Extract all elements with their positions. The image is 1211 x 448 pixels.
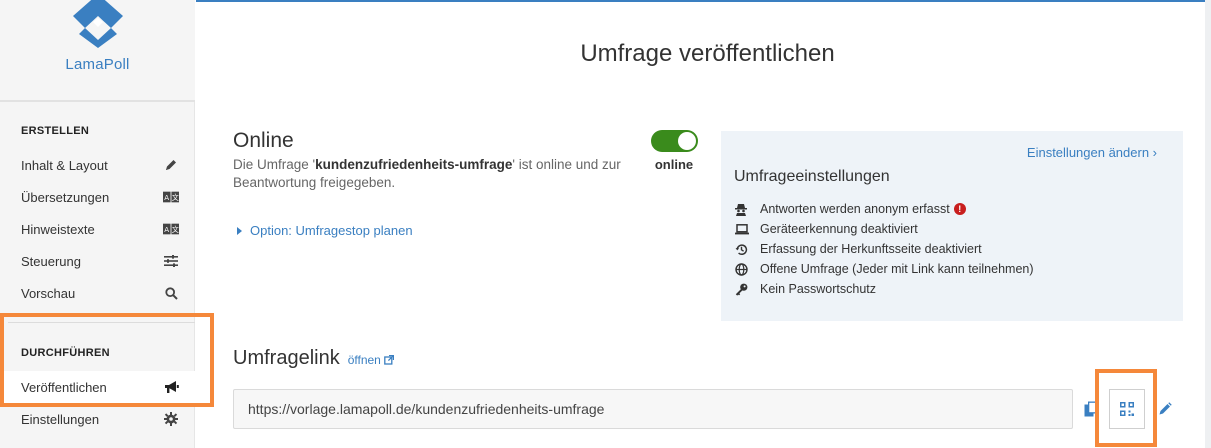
svg-text:文: 文 bbox=[172, 225, 179, 234]
sidebar-item-label: Vorschau bbox=[21, 285, 76, 301]
external-link-icon bbox=[384, 355, 394, 365]
settings-row-password: Kein Passwortschutz bbox=[734, 279, 1034, 299]
sidebar-item-label: Übersetzungen bbox=[21, 189, 110, 205]
survey-link-heading: Umfragelink öffnen bbox=[233, 347, 394, 370]
history-icon bbox=[734, 243, 760, 256]
section-title-durchfuehren: DURCHFÜHREN bbox=[21, 347, 110, 359]
laptop-icon bbox=[734, 223, 760, 235]
survey-name: kundenzufriedenheits-umfrage bbox=[315, 157, 513, 172]
warning-icon[interactable]: ! bbox=[953, 203, 966, 215]
sidebar-separator bbox=[8, 322, 195, 323]
toggle-knob bbox=[678, 132, 696, 150]
open-survey-link[interactable]: öffnen bbox=[348, 353, 394, 367]
settings-panel: Einstellungen ändern › Umfrageeinstellun… bbox=[721, 131, 1183, 321]
change-settings-link[interactable]: Einstellungen ändern › bbox=[1027, 145, 1157, 160]
survey-url-text: https://vorlage.lamapoll.de/kundenzufrie… bbox=[248, 401, 605, 417]
settings-row-label: Geräteerkennung deaktiviert bbox=[760, 222, 918, 236]
anonymous-icon bbox=[734, 203, 760, 216]
online-toggle-label: online bbox=[654, 157, 694, 172]
sidebar-item-hinweistexte[interactable]: Hinweistexte A文 bbox=[0, 213, 195, 245]
sidebar-item-inhalt-layout[interactable]: Inhalt & Layout bbox=[0, 149, 195, 181]
pencil-icon bbox=[1159, 402, 1172, 415]
sidebar-item-label: Steuerung bbox=[21, 253, 81, 269]
settings-title: Umfrageeinstellungen bbox=[734, 168, 890, 185]
option-link-label: Option: Umfragestop planen bbox=[250, 223, 413, 238]
qr-code-icon bbox=[1120, 402, 1134, 416]
translate-icon: A文 bbox=[163, 189, 179, 205]
settings-row-open-survey: Offene Umfrage (Jeder mit Link kann teil… bbox=[734, 259, 1034, 279]
online-description: Die Umfrage 'kundenzufriedenheits-umfrag… bbox=[233, 156, 633, 192]
sidebar-item-label: Inhalt & Layout bbox=[21, 157, 108, 173]
sidebar-item-steuerung[interactable]: Steuerung bbox=[0, 245, 195, 277]
schedule-stop-option-link[interactable]: Option: Umfragestop planen bbox=[237, 223, 413, 238]
logo-area: LamaPoll bbox=[0, 0, 195, 100]
svg-text:A: A bbox=[164, 193, 169, 202]
sidebar-item-label: Einstellungen bbox=[21, 411, 100, 427]
copy-link-button[interactable] bbox=[1073, 389, 1109, 429]
sidebar: LamaPoll ERSTELLEN Inhalt & Layout Übers… bbox=[0, 0, 195, 448]
globe-icon bbox=[734, 262, 760, 276]
settings-row-device: Geräteerkennung deaktiviert bbox=[734, 219, 1034, 239]
sidebar-item-einstellungen[interactable]: Einstellungen bbox=[0, 403, 195, 435]
qr-code-button[interactable] bbox=[1109, 389, 1145, 429]
settings-row-label: Offene Umfrage (Jeder mit Link kann teil… bbox=[760, 262, 1034, 276]
settings-row-referrer: Erfassung der Herkunftsseite deaktiviert bbox=[734, 239, 1034, 259]
sliders-icon bbox=[163, 253, 179, 269]
settings-row-anonymous: Antworten werden anonym erfasst ! bbox=[734, 199, 1034, 219]
translate-icon: A文 bbox=[163, 221, 179, 237]
sidebar-item-vorschau[interactable]: Vorschau bbox=[0, 277, 195, 309]
lamapoll-logo-icon[interactable] bbox=[63, 0, 133, 48]
settings-row-label: Kein Passwortschutz bbox=[760, 282, 877, 296]
logo-text: LamaPoll bbox=[65, 56, 130, 73]
open-link-label: öffnen bbox=[347, 353, 381, 367]
section-title-erstellen: ERSTELLEN bbox=[21, 125, 90, 137]
online-heading: Online bbox=[233, 129, 294, 152]
sidebar-item-uebersetzungen[interactable]: Übersetzungen A文 bbox=[0, 181, 195, 213]
sidebar-item-label: Hinweistexte bbox=[21, 221, 95, 237]
online-toggle[interactable] bbox=[651, 130, 698, 152]
survey-url-field[interactable]: https://vorlage.lamapoll.de/kundenzufrie… bbox=[233, 389, 1073, 429]
settings-row-label: Erfassung der Herkunftsseite deaktiviert bbox=[760, 242, 982, 256]
megaphone-icon bbox=[163, 379, 179, 395]
gear-icon bbox=[163, 411, 179, 427]
caret-right-icon bbox=[237, 226, 242, 235]
search-icon bbox=[163, 285, 179, 301]
settings-row-label: Antworten werden anonym erfasst bbox=[760, 202, 950, 216]
sidebar-item-label: Veröffentlichen bbox=[21, 379, 107, 395]
copy-icon bbox=[1084, 401, 1097, 417]
key-icon bbox=[734, 283, 760, 296]
sidebar-item-veroeffentlichen[interactable]: Veröffentlichen bbox=[0, 371, 195, 403]
svg-text:文: 文 bbox=[172, 193, 179, 202]
pencil-icon bbox=[163, 157, 179, 173]
sidebar-divider bbox=[0, 100, 195, 102]
page-title: Umfrage veröffentlichen bbox=[580, 40, 835, 67]
survey-link-title: Umfragelink bbox=[233, 347, 340, 369]
edit-link-button[interactable] bbox=[1147, 389, 1183, 429]
settings-list: Antworten werden anonym erfasst ! Geräte… bbox=[734, 199, 1034, 299]
svg-text:A: A bbox=[164, 225, 169, 234]
online-desc-prefix: Die Umfrage ' bbox=[233, 157, 316, 172]
top-accent-bar bbox=[196, 0, 1211, 2]
